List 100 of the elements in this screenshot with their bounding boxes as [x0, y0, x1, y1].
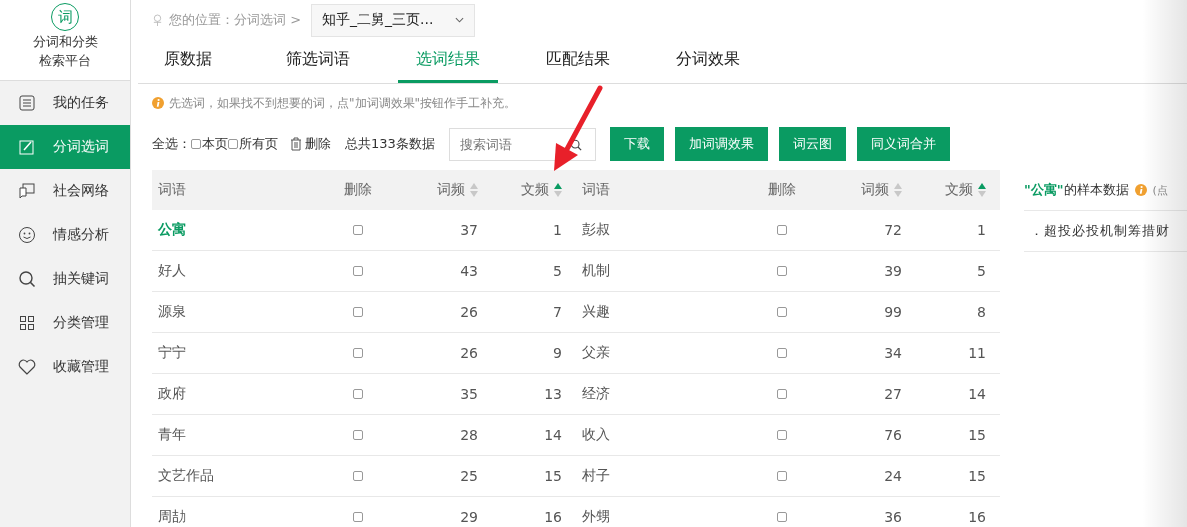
- word-cell[interactable]: 外甥: [582, 508, 610, 524]
- smiley-icon: [17, 225, 37, 245]
- edit-icon: [17, 137, 37, 157]
- word-cell[interactable]: 村子: [582, 467, 610, 483]
- number-cell: 36: [884, 509, 902, 525]
- sidebar-item[interactable]: 分类管理: [0, 301, 130, 345]
- dataset-dropdown[interactable]: 知乎_二舅_三页...: [311, 3, 476, 37]
- number-cell: 15: [544, 468, 562, 484]
- number-cell: 16: [968, 509, 986, 525]
- chat-icon: [17, 181, 37, 201]
- heart-icon: [17, 357, 37, 377]
- trash-icon: [290, 137, 302, 151]
- number-cell: 16: [544, 509, 562, 525]
- number-cell: 99: [884, 304, 902, 320]
- delete-button[interactable]: 删除: [290, 135, 331, 153]
- number-cell: 72: [884, 222, 902, 238]
- delete-checkbox[interactable]: [777, 307, 787, 317]
- word-cell[interactable]: 收入: [582, 426, 610, 442]
- delete-checkbox[interactable]: [353, 266, 363, 276]
- delete-checkbox[interactable]: [353, 430, 363, 440]
- word-cell[interactable]: 源泉: [158, 303, 186, 319]
- number-cell: 26: [460, 345, 478, 361]
- breadcrumb-text: 您的位置：分词选词 >: [169, 11, 302, 29]
- select-option[interactable]: 所有页: [228, 135, 278, 153]
- platform-title: 检索平台: [39, 52, 91, 69]
- sidebar-item[interactable]: 抽关键词: [0, 257, 130, 301]
- tab[interactable]: 筛选词语: [268, 40, 368, 83]
- sidebar-item[interactable]: 分词选词: [0, 125, 130, 169]
- delete-checkbox[interactable]: [353, 389, 363, 399]
- number-cell: 14: [544, 427, 562, 443]
- number-cell: 25: [460, 468, 478, 484]
- number-cell: 5: [977, 263, 986, 279]
- number-cell: 7: [553, 304, 562, 320]
- platform-title: 分词和分类: [32, 33, 98, 50]
- word-cell[interactable]: 文艺作品: [158, 467, 214, 483]
- word-cell[interactable]: 青年: [158, 426, 186, 442]
- number-cell: 8: [977, 304, 986, 320]
- word-cell[interactable]: 好人: [158, 262, 186, 278]
- search-icon: [17, 269, 37, 289]
- checkbox[interactable]: [228, 139, 238, 149]
- search-icon[interactable]: [569, 138, 582, 151]
- word-cell[interactable]: 机制: [582, 262, 610, 278]
- word-cell[interactable]: 兴趣: [582, 303, 610, 319]
- word-cell[interactable]: 公寓: [158, 221, 186, 237]
- word-cell[interactable]: 彭叔: [582, 221, 610, 237]
- number-cell: 24: [884, 468, 902, 484]
- word-cell[interactable]: 宁宁: [158, 344, 186, 360]
- column-header: 删除: [344, 181, 372, 197]
- toolbar-button[interactable]: 同义词合并: [856, 127, 950, 161]
- toolbar-button[interactable]: 下载: [609, 127, 664, 161]
- number-cell: 5: [553, 263, 562, 279]
- column-header: 词频: [861, 181, 889, 199]
- delete-checkbox[interactable]: [777, 512, 787, 522]
- number-cell: 15: [968, 468, 986, 484]
- delete-checkbox[interactable]: [353, 471, 363, 481]
- sidebar-item[interactable]: 情感分析: [0, 213, 130, 257]
- delete-checkbox[interactable]: [777, 266, 787, 276]
- delete-checkbox[interactable]: [777, 471, 787, 481]
- word-cell[interactable]: 周劼: [158, 508, 186, 524]
- sort-icon[interactable]: [978, 183, 986, 197]
- delete-checkbox[interactable]: [353, 225, 363, 235]
- number-cell: 28: [460, 427, 478, 443]
- sidebar-item[interactable]: 收藏管理: [0, 345, 130, 389]
- delete-checkbox[interactable]: [777, 430, 787, 440]
- tab[interactable]: 原数据: [138, 40, 238, 83]
- delete-checkbox[interactable]: [777, 389, 787, 399]
- tab[interactable]: 分词效果: [658, 40, 758, 83]
- checkbox[interactable]: [191, 139, 201, 149]
- toolbar-button[interactable]: 词云图: [778, 127, 846, 161]
- tab[interactable]: 匹配结果: [528, 40, 628, 83]
- sample-title: "公寓"的样本数据: [1024, 181, 1129, 199]
- word-cell[interactable]: 父亲: [582, 344, 610, 360]
- number-cell: 11: [968, 345, 986, 361]
- sort-icon[interactable]: [894, 183, 902, 197]
- search-field[interactable]: 搜索词语: [448, 127, 596, 161]
- sort-icon[interactable]: [554, 183, 562, 197]
- delete-checkbox[interactable]: [353, 348, 363, 358]
- hint-text: (点: [1152, 182, 1168, 198]
- delete-checkbox[interactable]: [353, 512, 363, 522]
- sidebar-item[interactable]: 社会网络: [0, 169, 130, 213]
- toolbar-button[interactable]: 加词调效果: [674, 127, 768, 161]
- delete-checkbox[interactable]: [777, 348, 787, 358]
- word-cell[interactable]: 经济: [582, 385, 610, 401]
- select-option[interactable]: 本页: [191, 135, 228, 153]
- number-cell: 15: [968, 427, 986, 443]
- number-cell: 37: [460, 222, 478, 238]
- delete-checkbox[interactable]: [777, 225, 787, 235]
- number-cell: 1: [977, 222, 986, 238]
- list-icon: [17, 93, 37, 113]
- delete-checkbox[interactable]: [353, 307, 363, 317]
- sidebar-item[interactable]: 我的任务: [0, 81, 130, 125]
- number-cell: 1: [553, 222, 562, 238]
- column-header: 词语: [158, 181, 186, 197]
- tab[interactable]: 选词结果: [398, 40, 498, 83]
- sort-icon[interactable]: [470, 183, 478, 197]
- number-cell: 76: [884, 427, 902, 443]
- number-cell: 26: [460, 304, 478, 320]
- word-cell[interactable]: 政府: [158, 385, 186, 401]
- chevron-icon: [455, 17, 465, 23]
- number-cell: 9: [553, 345, 562, 361]
